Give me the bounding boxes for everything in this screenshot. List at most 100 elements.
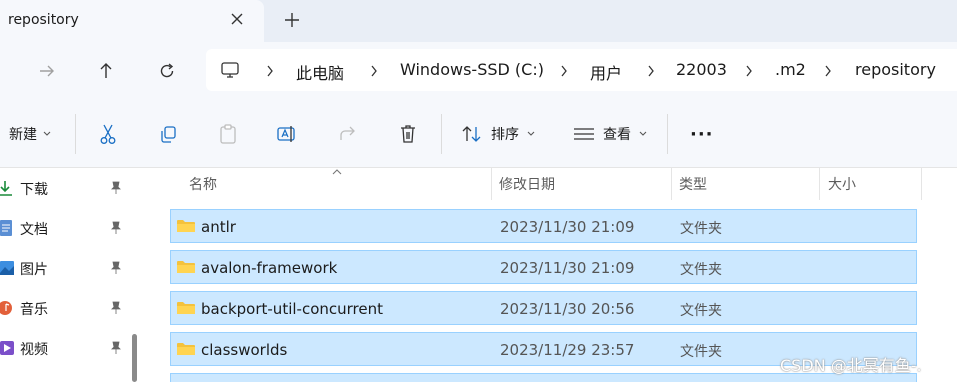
- breadcrumb-users[interactable]: 用户: [590, 60, 622, 84]
- refresh-icon: [160, 63, 174, 78]
- file-type: 文件夹: [680, 303, 722, 319]
- close-icon[interactable]: [228, 10, 246, 28]
- file-name: classworlds: [201, 341, 288, 359]
- chevron-right-icon[interactable]: [823, 63, 833, 79]
- video-icon: [0, 341, 14, 355]
- sort-label: 排序: [491, 127, 519, 143]
- sidebar-item-videos[interactable]: 视频: [0, 329, 140, 365]
- refresh-button[interactable]: [154, 58, 180, 84]
- tab-repository[interactable]: repository: [0, 0, 264, 42]
- more-options-button[interactable]: ···: [690, 120, 714, 148]
- column-header-modified[interactable]: 修改日期: [499, 174, 555, 204]
- more-label: ···: [690, 123, 714, 145]
- file-modified: 2023/11/30 20:56: [500, 300, 635, 318]
- chevron-right-icon[interactable]: [265, 63, 275, 79]
- divider: [441, 114, 442, 154]
- watermark: CSDN @北冥有鱼-.: [780, 356, 922, 375]
- file-type: 文件夹: [680, 221, 722, 237]
- new-label: 新建: [9, 127, 37, 143]
- breadcrumb-repository[interactable]: repository: [855, 60, 936, 79]
- column-divider[interactable]: [819, 168, 820, 200]
- navigation-pane: 下载 文档 图片 音乐 视频: [0, 168, 148, 382]
- copy-button[interactable]: [158, 120, 178, 148]
- rename-button[interactable]: [276, 120, 298, 148]
- rename-icon: [277, 126, 295, 142]
- share-button[interactable]: [338, 120, 358, 148]
- pin-icon[interactable]: [110, 181, 122, 195]
- column-divider[interactable]: [671, 168, 672, 200]
- chevron-right-icon[interactable]: [744, 63, 754, 79]
- file-row[interactable]: avalon-framework 2023/11/30 21:09 文件夹: [170, 250, 917, 284]
- chevron-down-icon: [527, 131, 535, 136]
- arrow-right-icon: [40, 65, 54, 77]
- cut-button[interactable]: [98, 120, 118, 148]
- file-type: 文件夹: [680, 262, 722, 278]
- download-icon: [0, 181, 12, 196]
- sidebar-item-music[interactable]: 音乐: [0, 289, 140, 325]
- pin-icon[interactable]: [110, 221, 122, 235]
- file-type: 文件夹: [680, 344, 722, 360]
- file-row[interactable]: antlr 2023/11/30 21:09 文件夹: [170, 209, 917, 243]
- sidebar-item-label: 下载: [20, 182, 48, 198]
- sort-button[interactable]: 排序: [461, 120, 535, 148]
- navigation-row: 此电脑 Windows-SSD (C:) 用户 22003 .m2 reposi…: [0, 42, 957, 100]
- forward-button[interactable]: [34, 58, 60, 84]
- sidebar-item-label: 图片: [20, 262, 48, 278]
- picture-icon: [0, 261, 14, 275]
- file-name: backport-util-concurrent: [201, 300, 383, 318]
- folder-icon: [177, 220, 195, 232]
- folder-icon: [177, 343, 195, 355]
- delete-button[interactable]: [398, 120, 418, 148]
- breadcrumb-drive[interactable]: Windows-SSD (C:): [400, 60, 544, 79]
- pin-icon[interactable]: [110, 341, 122, 355]
- sidebar-scrollbar[interactable]: [132, 334, 137, 382]
- computer-icon: [221, 62, 239, 78]
- column-header-size[interactable]: 大小: [828, 174, 856, 204]
- file-modified: 2023/11/29 23:57: [500, 341, 635, 359]
- file-modified: 2023/11/30 21:09: [500, 218, 635, 236]
- sidebar-item-downloads[interactable]: 下载: [0, 169, 140, 205]
- chevron-down-icon: [43, 131, 51, 136]
- chevron-right-icon[interactable]: [559, 63, 569, 79]
- new-button[interactable]: 新建: [9, 120, 51, 148]
- view-label: 查看: [603, 127, 631, 143]
- tab-title: repository: [8, 12, 79, 28]
- chevron-down-icon: [639, 131, 647, 136]
- file-list: 名称 修改日期 类型 大小 antlr 2023/11/30 21:09 文件夹…: [148, 168, 957, 382]
- pin-icon[interactable]: [110, 261, 122, 275]
- address-bar[interactable]: 此电脑 Windows-SSD (C:) 用户 22003 .m2 reposi…: [206, 49, 957, 91]
- sidebar-item-documents[interactable]: 文档: [0, 209, 140, 245]
- tab-bar: repository: [0, 0, 957, 42]
- view-button[interactable]: 查看: [573, 120, 647, 148]
- music-icon: [0, 301, 12, 315]
- folder-icon: [177, 302, 195, 314]
- breadcrumb-this-pc[interactable]: 此电脑: [296, 60, 344, 84]
- pin-icon[interactable]: [110, 301, 122, 315]
- share-icon: [340, 126, 355, 140]
- up-button[interactable]: [93, 58, 119, 84]
- sidebar-item-pictures[interactable]: 图片: [0, 249, 140, 285]
- chevron-right-icon[interactable]: [369, 63, 379, 79]
- sidebar-item-label: 音乐: [20, 302, 48, 318]
- paste-button[interactable]: [218, 120, 238, 148]
- breadcrumb-m2[interactable]: .m2: [775, 60, 806, 79]
- file-row[interactable]: backport-util-concurrent 2023/11/30 20:5…: [170, 291, 917, 325]
- column-header-name[interactable]: 名称: [189, 174, 217, 204]
- divider: [75, 114, 76, 154]
- file-modified: 2023/11/30 21:09: [500, 259, 635, 277]
- column-header-type[interactable]: 类型: [679, 174, 707, 204]
- folder-icon: [177, 261, 195, 273]
- copy-icon: [161, 126, 176, 143]
- file-name: avalon-framework: [201, 259, 338, 277]
- add-tab-icon[interactable]: [282, 10, 302, 30]
- sidebar-item-label: 视频: [20, 342, 48, 358]
- sort-icon: [462, 126, 481, 142]
- column-divider[interactable]: [921, 168, 922, 200]
- view-list-icon: [574, 128, 594, 140]
- breadcrumb-user-folder[interactable]: 22003: [676, 60, 727, 79]
- divider: [667, 114, 668, 154]
- chevron-right-icon[interactable]: [646, 63, 656, 79]
- scissors-icon: [100, 124, 116, 144]
- command-bar: 新建 排序 查看 ···: [0, 100, 957, 168]
- column-divider[interactable]: [491, 168, 492, 200]
